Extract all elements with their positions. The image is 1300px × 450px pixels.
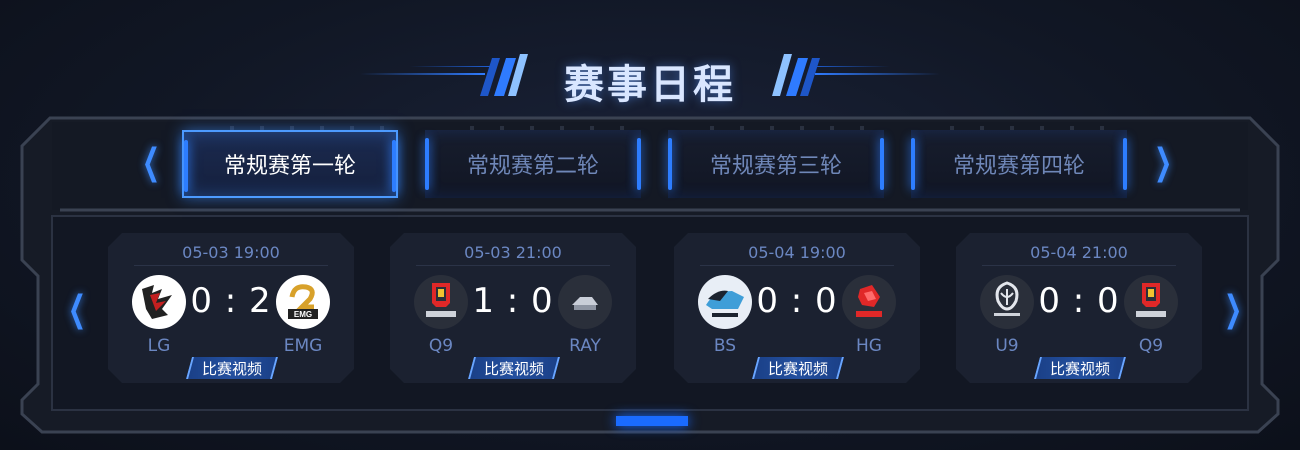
slash-decoration-right	[772, 54, 820, 96]
match-score: 0 : 0	[756, 281, 838, 321]
matches-prev-button[interactable]: ❮	[68, 292, 86, 328]
match-card: 05-04 19:00 0 : 0 BS HG 比赛视频	[674, 233, 920, 383]
match-video-button[interactable]: 比赛视频	[1034, 357, 1126, 379]
match-score: 0 : 2	[190, 281, 272, 321]
video-button-label: 比赛视频	[201, 359, 262, 378]
video-button-label: 比赛视频	[1049, 359, 1110, 378]
tab-round-4[interactable]: 常规赛第四轮	[911, 130, 1127, 198]
header-line-right	[815, 73, 940, 75]
tab-round-3[interactable]: 常规赛第三轮	[668, 130, 884, 198]
divider	[700, 265, 894, 266]
home-team-name: Q9	[428, 336, 454, 356]
match-card: 05-04 21:00 0 : 0 U9 Q9 比赛视频	[956, 233, 1202, 383]
match-score: 0 : 0	[1038, 281, 1120, 321]
q9-logo	[414, 275, 468, 329]
chevron-right-icon: ❯	[1224, 289, 1243, 330]
away-team-name: RAY	[569, 336, 601, 356]
q9-logo	[1124, 275, 1178, 329]
chevron-left-icon: ❮	[142, 142, 161, 183]
match-card: 05-03 19:00 0 : 2 EMG LG EMG 比赛视频	[108, 233, 354, 383]
tab-round-1[interactable]: 常规赛第一轮	[182, 130, 398, 198]
header-line-right-thin	[810, 66, 890, 67]
tab-label: 常规赛第二轮	[466, 154, 599, 179]
u9-logo	[980, 275, 1034, 329]
chevron-left-icon: ❮	[68, 289, 87, 330]
match-time: 05-03 21:00	[464, 243, 562, 262]
divider	[416, 265, 610, 266]
lg-logo	[132, 275, 186, 329]
video-button-label: 比赛视频	[767, 359, 828, 378]
hg-logo	[842, 275, 896, 329]
match-video-button[interactable]: 比赛视频	[186, 357, 278, 379]
match-card: 05-03 21:00 1 : 0 Q9 RAY 比赛视频	[390, 233, 636, 383]
bs-logo	[698, 275, 752, 329]
tab-label: 常规赛第三轮	[709, 154, 842, 179]
tab-label: 常规赛第一轮	[223, 154, 356, 179]
match-time: 05-04 21:00	[1030, 243, 1128, 262]
slash-decoration-left	[480, 54, 528, 96]
away-team-name: EMG	[283, 336, 323, 356]
home-team-name: U9	[995, 336, 1019, 356]
rounds-next-button[interactable]: ❯	[1154, 145, 1172, 181]
header-line-left	[360, 73, 485, 75]
away-team-name: HG	[856, 336, 882, 356]
tab-round-2[interactable]: 常规赛第二轮	[425, 130, 641, 198]
video-button-label: 比赛视频	[483, 359, 544, 378]
divider	[982, 265, 1176, 266]
home-team-name: BS	[713, 336, 737, 356]
rounds-prev-button[interactable]: ❮	[142, 145, 160, 181]
match-video-button[interactable]: 比赛视频	[468, 357, 560, 379]
match-time: 05-03 19:00	[182, 243, 280, 262]
match-time: 05-04 19:00	[748, 243, 846, 262]
tab-label: 常规赛第四轮	[952, 154, 1085, 179]
away-team-name: Q9	[1138, 336, 1164, 356]
emg-logo: EMG	[276, 275, 330, 329]
page-title: 赛事日程	[564, 62, 736, 108]
divider	[134, 265, 328, 266]
ray-logo	[558, 275, 612, 329]
matches-next-button[interactable]: ❯	[1224, 292, 1242, 328]
home-team-name: LG	[147, 336, 171, 356]
svg-text:EMG: EMG	[294, 310, 312, 319]
match-video-button[interactable]: 比赛视频	[752, 357, 844, 379]
chevron-right-icon: ❯	[1154, 142, 1173, 183]
schedule-header: 赛事日程	[0, 40, 1300, 110]
match-score: 1 : 0	[472, 281, 554, 321]
active-page-indicator	[616, 416, 688, 426]
